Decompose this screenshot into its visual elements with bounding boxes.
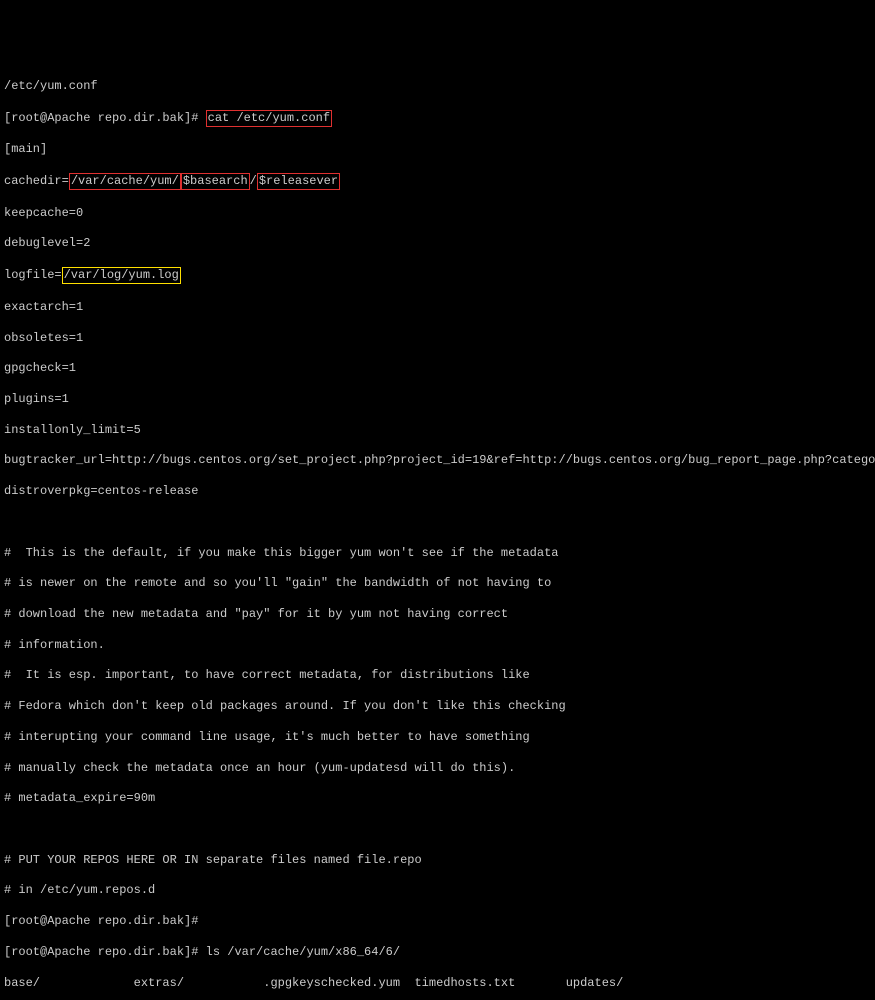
logfile-box: /var/log/yum.log <box>62 267 181 284</box>
line-main: [main] <box>4 142 871 157</box>
prompt: [root@Apache repo.dir.bak]# <box>4 111 206 125</box>
line-comment3: # download the new metadata and "pay" fo… <box>4 607 871 622</box>
line-comment8: # manually check the metadata once an ho… <box>4 761 871 776</box>
line-blank1 <box>4 515 871 530</box>
line-plugins: plugins=1 <box>4 392 871 407</box>
releasever-box: $releasever <box>257 173 340 190</box>
cachedir-key: cachedir= <box>4 174 69 188</box>
cachedir-path-box: /var/cache/yum/ <box>69 173 181 190</box>
line-comment11: # in /etc/yum.repos.d <box>4 883 871 898</box>
line-gpgcheck: gpgcheck=1 <box>4 361 871 376</box>
line-comment5: # It is esp. important, to have correct … <box>4 668 871 683</box>
line-bugtracker: bugtracker_url=http://bugs.centos.org/se… <box>4 453 871 468</box>
line-comment10: # PUT YOUR REPOS HERE OR IN separate fil… <box>4 853 871 868</box>
line-blank2 <box>4 822 871 837</box>
logfile-key: logfile= <box>4 268 62 282</box>
line-comment2: # is newer on the remote and so you'll "… <box>4 576 871 591</box>
line-distroverpkg: distroverpkg=centos-release <box>4 484 871 499</box>
terminal-output: /etc/yum.conf [root@Apache repo.dir.bak]… <box>4 63 871 1000</box>
line-comment6: # Fedora which don't keep old packages a… <box>4 699 871 714</box>
line-prompt-ls1: [root@Apache repo.dir.bak]# ls /var/cach… <box>4 945 871 960</box>
slash1: / <box>250 174 257 188</box>
line-path-top: /etc/yum.conf <box>4 79 871 94</box>
line-comment7: # interupting your command line usage, i… <box>4 730 871 745</box>
line-exactarch: exactarch=1 <box>4 300 871 315</box>
line-logfile: logfile=/var/log/yum.log <box>4 267 871 284</box>
basearch-box: $basearch <box>181 173 250 190</box>
cmd-cat-box: cat /etc/yum.conf <box>206 110 332 127</box>
line-comment4: # information. <box>4 638 871 653</box>
line-debuglevel: debuglevel=2 <box>4 236 871 251</box>
line-prompt-cat: [root@Apache repo.dir.bak]# cat /etc/yum… <box>4 110 871 127</box>
line-comment9: # metadata_expire=90m <box>4 791 871 806</box>
line-obsoletes: obsoletes=1 <box>4 331 871 346</box>
line-comment1: # This is the default, if you make this … <box>4 546 871 561</box>
line-installonly: installonly_limit=5 <box>4 423 871 438</box>
line-cachedir: cachedir=/var/cache/yum/$basearch/$relea… <box>4 173 871 190</box>
line-keepcache: keepcache=0 <box>4 206 871 221</box>
line-ls-out1: base/ extras/ .gpgkeyschecked.yum timedh… <box>4 976 871 991</box>
line-prompt-empty: [root@Apache repo.dir.bak]# <box>4 914 871 929</box>
